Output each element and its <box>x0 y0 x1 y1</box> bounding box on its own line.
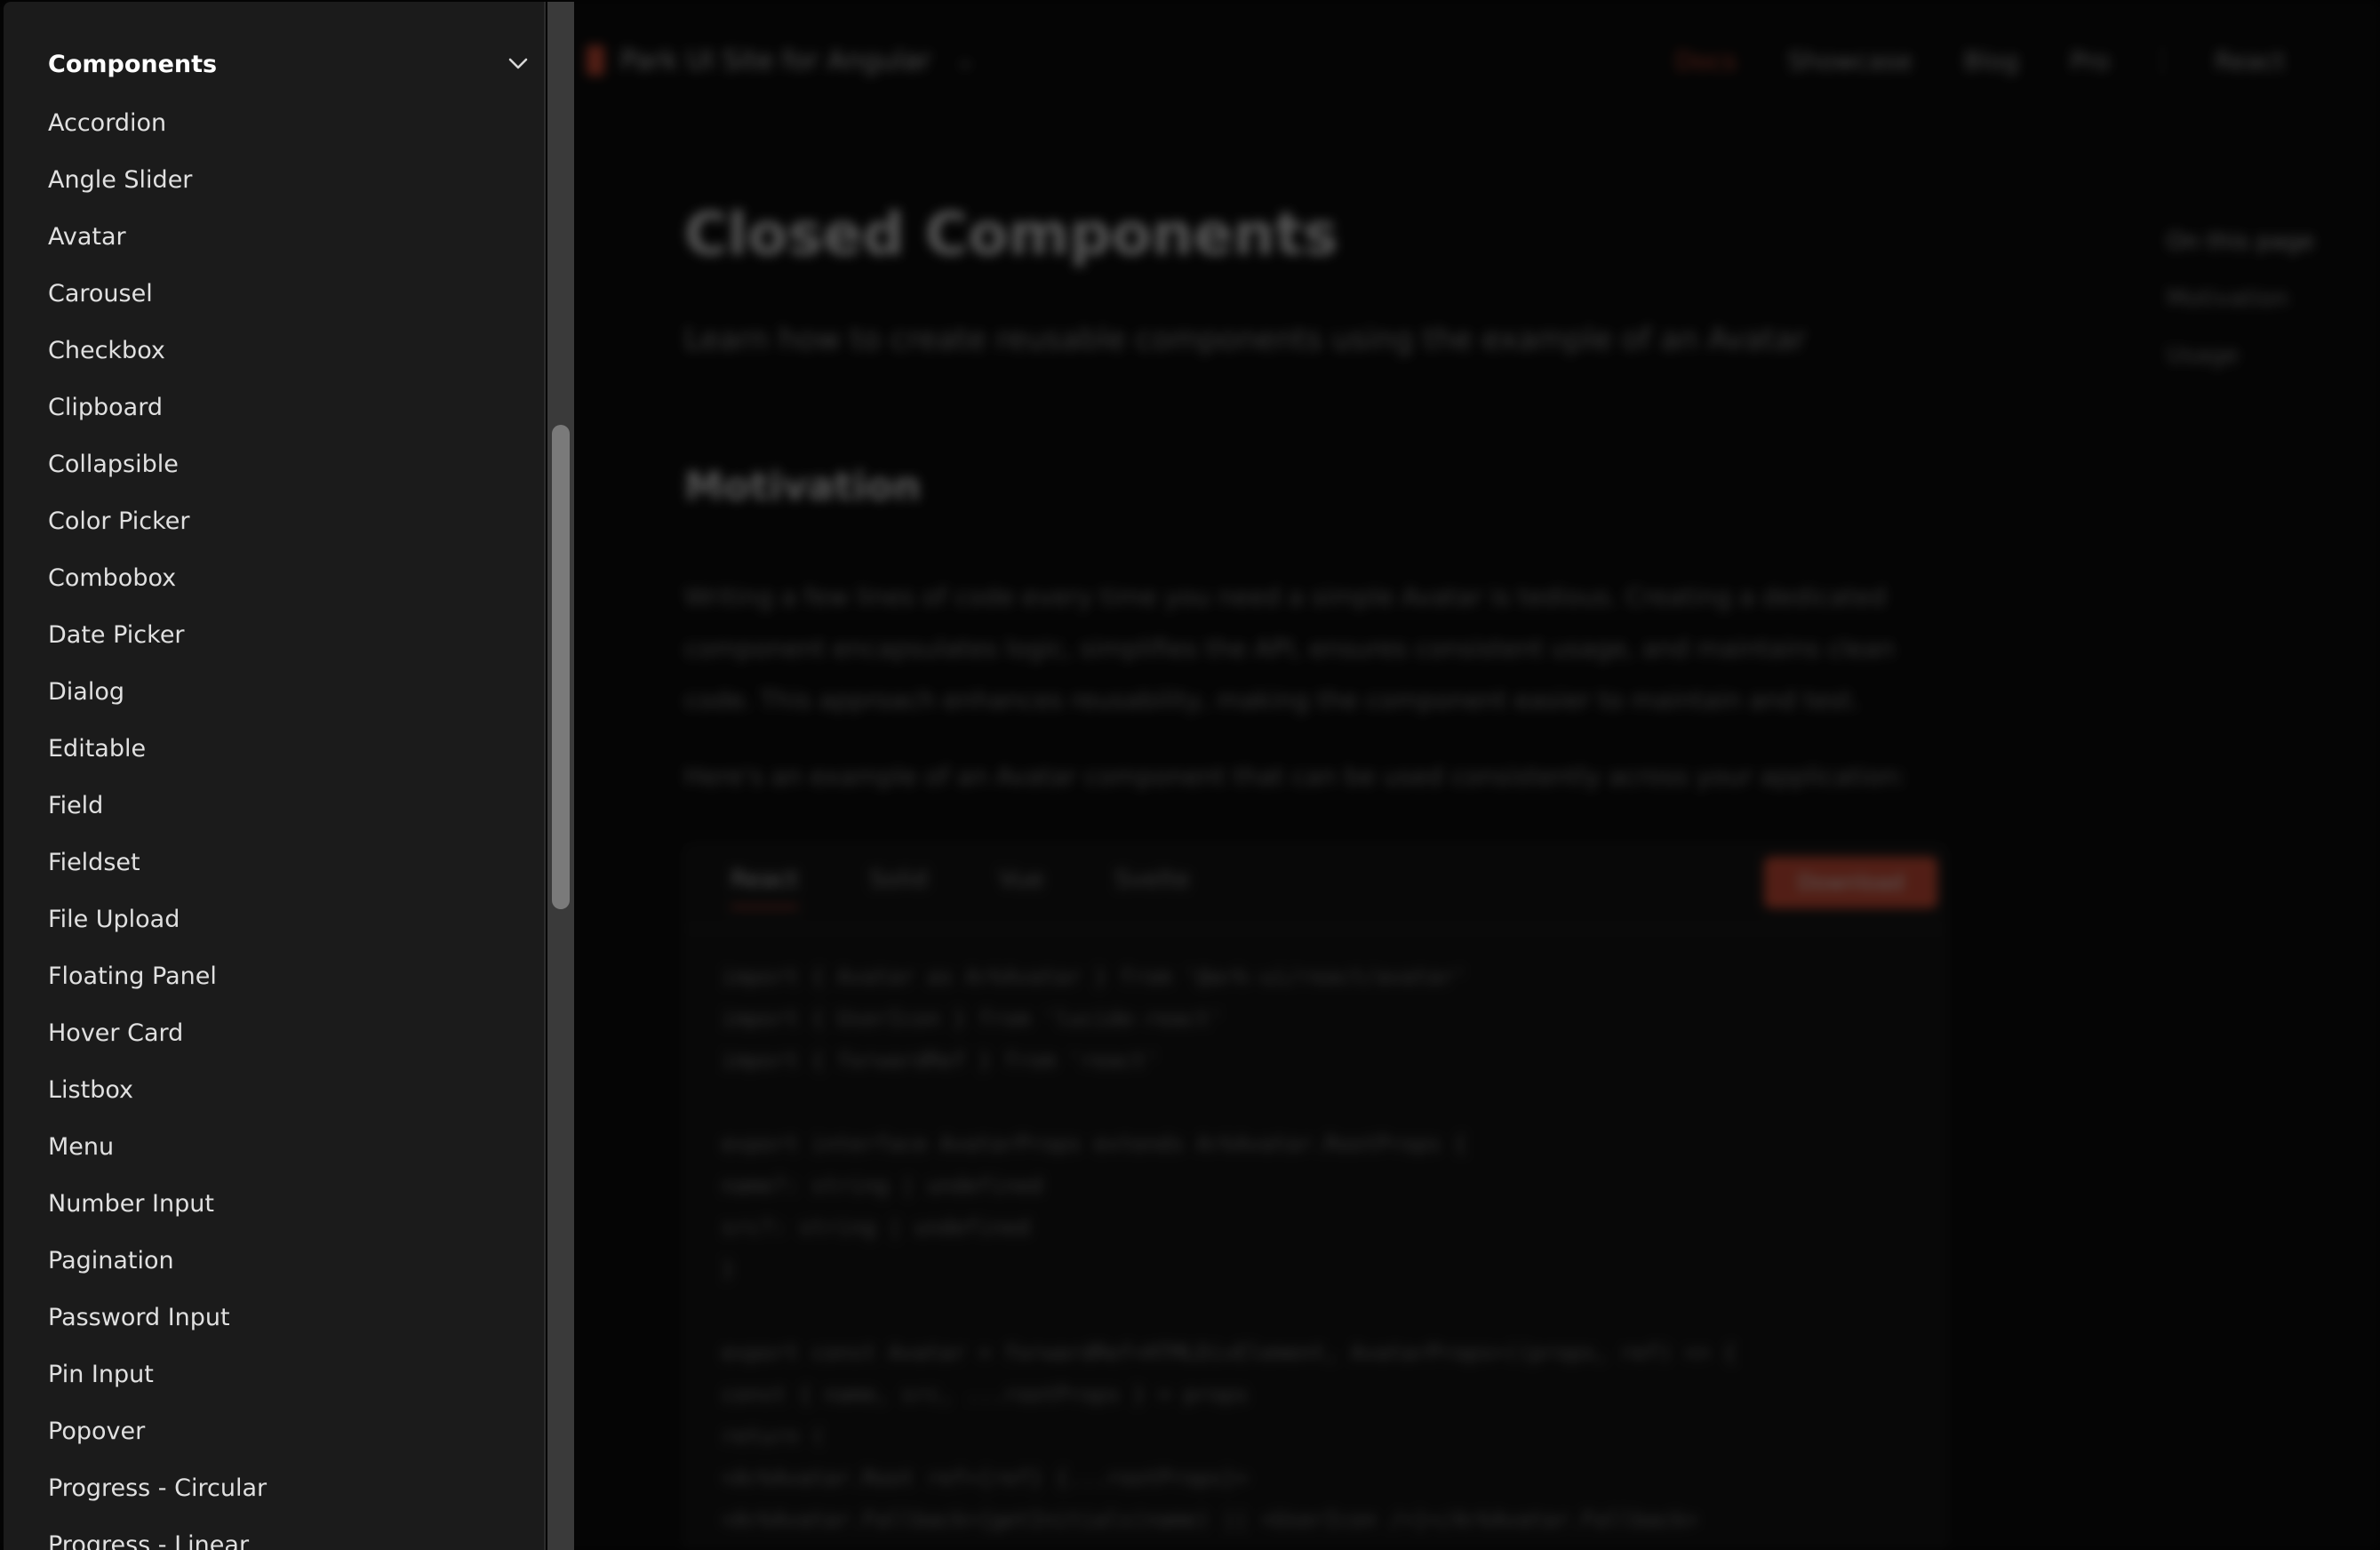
components-list: Accordion Angle Slider Avatar Carousel C… <box>48 94 267 1550</box>
sidebar-item-hover-card[interactable]: Hover Card <box>48 1004 267 1061</box>
sidebar-item-field[interactable]: Field <box>48 777 267 834</box>
sidebar-item-file-upload[interactable]: File Upload <box>48 891 267 947</box>
sidebar-item-carousel[interactable]: Carousel <box>48 265 267 322</box>
sidebar-item-checkbox[interactable]: Checkbox <box>48 322 267 379</box>
sidebar-item-progress-circular[interactable]: Progress - Circular <box>48 1459 267 1516</box>
sidebar-item-date-picker[interactable]: Date Picker <box>48 606 267 663</box>
sidebar-scrollbar-thumb[interactable] <box>552 425 570 909</box>
sidebar-item-avatar[interactable]: Avatar <box>48 208 267 265</box>
sidebar-item-popover[interactable]: Popover <box>48 1402 267 1459</box>
sidebar-item-fieldset[interactable]: Fieldset <box>48 834 267 891</box>
sidebar-drawer: Components Accordion Angle Slider Avatar… <box>4 2 546 1550</box>
sidebar-item-dialog[interactable]: Dialog <box>48 663 267 720</box>
section-title: Components <box>48 50 218 78</box>
sidebar-item-password-input[interactable]: Password Input <box>48 1289 267 1346</box>
sidebar-item-menu[interactable]: Menu <box>48 1118 267 1175</box>
sidebar-item-accordion[interactable]: Accordion <box>48 94 267 151</box>
sidebar-item-progress-linear[interactable]: Progress - Linear <box>48 1516 267 1550</box>
sidebar-item-number-input[interactable]: Number Input <box>48 1175 267 1232</box>
sidebar-item-combobox[interactable]: Combobox <box>48 549 267 606</box>
sidebar-item-angle-slider[interactable]: Angle Slider <box>48 151 267 208</box>
sidebar-item-listbox[interactable]: Listbox <box>48 1061 267 1118</box>
chevron-down-icon <box>505 51 531 77</box>
sidebar-item-pagination[interactable]: Pagination <box>48 1232 267 1289</box>
sidebar-item-pin-input[interactable]: Pin Input <box>48 1346 267 1402</box>
sidebar-item-editable[interactable]: Editable <box>48 720 267 777</box>
sidebar-item-floating-panel[interactable]: Floating Panel <box>48 947 267 1004</box>
sidebar-item-clipboard[interactable]: Clipboard <box>48 379 267 435</box>
sidebar-item-collapsible[interactable]: Collapsible <box>48 435 267 492</box>
sidebar-item-color-picker[interactable]: Color Picker <box>48 492 267 549</box>
components-section-toggle[interactable]: Components <box>48 44 537 84</box>
